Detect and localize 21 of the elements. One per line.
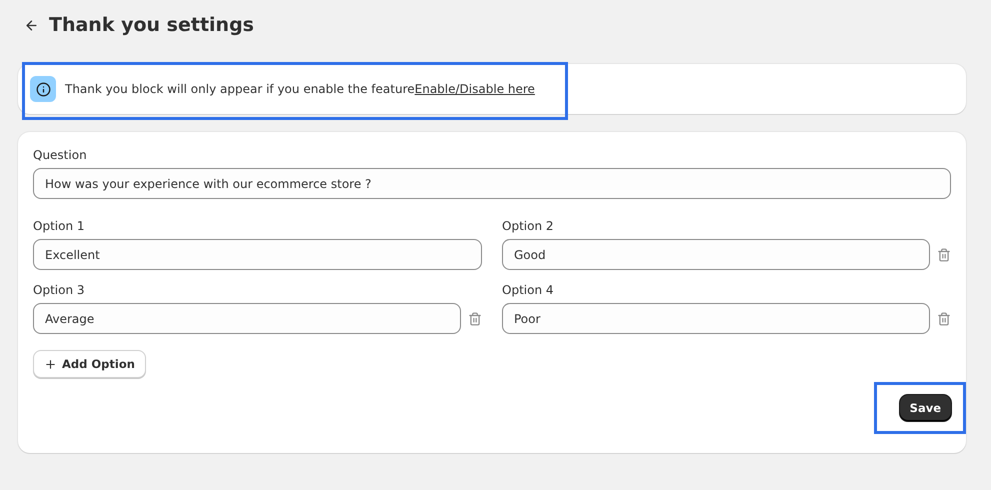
save-button[interactable]: Save [900,395,951,421]
field-label: Option 4 [502,283,554,297]
field-label: Option 3 [33,283,86,297]
banner-text: Thank you block will only appear if you enable the feature [65,82,415,96]
input-field[interactable]: Poor [502,303,930,334]
info-icon [30,76,56,102]
add-option-button[interactable]: Add Option [33,350,146,378]
field-label: Option 2 [502,219,554,233]
plus-icon [44,358,57,370]
field-label: Option 1 [33,219,86,233]
input-field[interactable]: Good [502,239,930,270]
input-field[interactable]: Excellent [33,239,482,270]
enable-link[interactable]: Enable/Disable here [414,82,535,96]
input-field[interactable]: How was your experience with our ecommerce store ? [33,168,951,199]
page-title: Thank you settings [49,14,254,36]
field-label: Question [33,148,88,162]
back-button[interactable] [24,18,39,32]
input-field[interactable]: Average [33,303,461,334]
delete-icon[interactable] [937,248,951,262]
delete-icon[interactable] [468,312,482,326]
delete-icon[interactable] [937,312,951,326]
